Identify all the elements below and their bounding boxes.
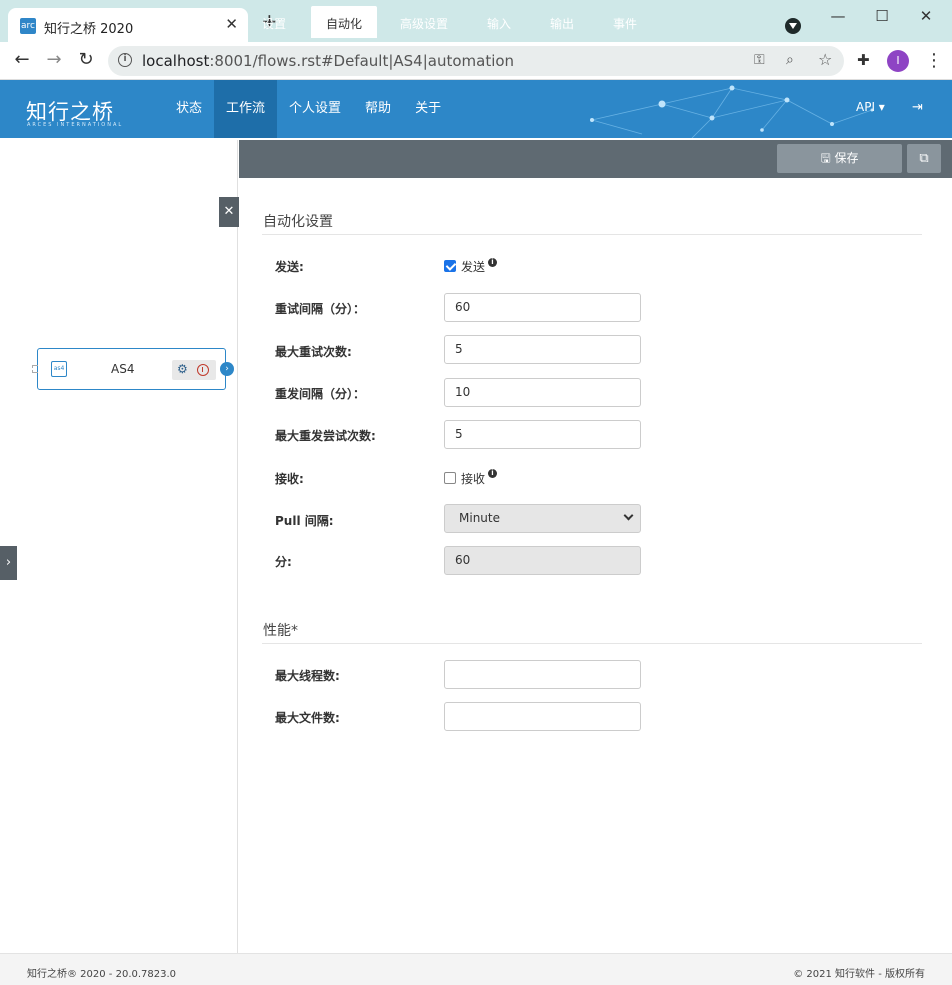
back-icon[interactable]: ←: [10, 50, 34, 70]
minutes-input: 60: [444, 546, 641, 575]
node-label: AS4: [111, 362, 135, 376]
browser-toolbar: ← → ↻ i localhost:8001/flows.rst#Default…: [0, 42, 952, 80]
key-icon[interactable]: ⚿: [754, 52, 765, 68]
pull-interval-value: Minute: [459, 511, 500, 525]
tab-settings[interactable]: 设置: [262, 0, 286, 38]
open-external-button[interactable]: ⧉: [907, 144, 941, 173]
info-icon[interactable]: i: [488, 258, 497, 267]
performance-section-title: 性能*: [263, 623, 298, 639]
url-text: localhost:8001/flows.rst#Default|AS4|aut…: [142, 52, 515, 70]
receive-checkbox[interactable]: [444, 472, 456, 484]
maximize-icon[interactable]: ☐: [862, 7, 902, 25]
max-files-input[interactable]: [444, 702, 641, 731]
tab-search-icon[interactable]: [785, 18, 801, 34]
zoom-icon[interactable]: ⌕: [786, 52, 794, 68]
send-checkbox-label[interactable]: 发送: [461, 258, 485, 275]
minimize-icon[interactable]: —: [818, 7, 858, 25]
network-decoration: [590, 85, 874, 138]
footer-copyright: © 2021 知行软件 - 版权所有: [793, 969, 925, 980]
footer: 知行之桥® 2020 - 20.0.7823.0 © 2021 知行软件 - 版…: [0, 953, 952, 985]
bookmark-star-icon[interactable]: ☆: [818, 50, 832, 69]
close-tab-icon[interactable]: ✕: [225, 15, 238, 33]
info-icon[interactable]: i: [488, 469, 497, 478]
save-icon: 🖫: [820, 151, 835, 165]
max-resend-input[interactable]: 5: [444, 420, 641, 449]
forward-icon[interactable]: →: [42, 50, 66, 70]
send-checkbox[interactable]: [444, 260, 456, 272]
browser-menu-icon[interactable]: ⋮: [925, 50, 943, 71]
browser-tab[interactable]: arc 知行之桥 2020 ✕: [8, 8, 248, 42]
flow-canvas[interactable]: [0, 140, 238, 953]
section-divider: [262, 234, 922, 235]
tab-automation[interactable]: 自动化: [311, 6, 378, 38]
retry-interval-input[interactable]: 60: [444, 293, 641, 322]
gear-icon[interactable]: ⚙: [177, 362, 188, 376]
tab-advanced[interactable]: 高级设置: [400, 0, 448, 38]
reload-icon[interactable]: ↻: [74, 50, 98, 70]
as4-connector-icon: as4: [51, 361, 67, 377]
app-header: 知行之桥 ARCES INTERNATIONAL 状态 工作流 个人设置 帮助 …: [0, 80, 952, 138]
chevron-down-icon: [623, 510, 634, 521]
external-link-icon: ⧉: [919, 151, 929, 166]
nav-flows[interactable]: 工作流: [214, 80, 278, 138]
max-retry-input[interactable]: 5: [444, 335, 641, 364]
receive-label: 接收:: [275, 472, 304, 486]
tab-title: 知行之桥 2020: [44, 22, 134, 37]
close-panel-button[interactable]: ✕: [219, 197, 239, 227]
automation-section-title: 自动化设置: [263, 214, 333, 230]
close-window-icon[interactable]: ✕: [906, 7, 946, 25]
resend-interval-input[interactable]: 10: [444, 378, 641, 407]
address-bar[interactable]: i localhost:8001/flows.rst#Default|AS4|a…: [108, 46, 844, 76]
stop-icon[interactable]: [197, 364, 209, 376]
max-threads-input[interactable]: [444, 660, 641, 689]
expand-sidebar-button[interactable]: ›: [0, 546, 17, 580]
logout-icon[interactable]: ⇥: [912, 100, 923, 115]
max-retry-label: 最大重试次数:: [275, 345, 352, 359]
minutes-label: 分:: [275, 555, 292, 569]
node-input-port[interactable]: [32, 365, 38, 373]
pull-interval-label: Pull 间隔:: [275, 514, 334, 528]
resend-interval-label: 重发间隔（分）：: [275, 387, 366, 401]
send-label: 发送:: [275, 260, 304, 274]
nav-status[interactable]: 状态: [164, 80, 214, 138]
profile-avatar[interactable]: I: [887, 50, 909, 72]
pull-interval-select[interactable]: Minute: [444, 504, 641, 533]
max-files-label: 最大文件数:: [275, 711, 340, 725]
api-menu[interactable]: API ▾: [856, 100, 885, 114]
max-resend-label: 最大重发尝试次数:: [275, 429, 376, 443]
footer-version: 知行之桥® 2020 - 20.0.7823.0: [27, 969, 177, 980]
save-label: 保存: [834, 151, 859, 165]
nav-profile[interactable]: 个人设置: [277, 80, 353, 138]
site-info-icon[interactable]: i: [118, 53, 132, 67]
app-favicon-icon: arc: [20, 18, 36, 34]
nav-about[interactable]: 关于: [403, 80, 453, 138]
section-divider: [262, 643, 922, 644]
node-output-port[interactable]: ›: [220, 362, 234, 376]
node-actions: ⚙: [172, 360, 216, 380]
extensions-icon[interactable]: ✚: [857, 51, 870, 69]
tab-output[interactable]: 输出: [550, 0, 574, 38]
max-threads-label: 最大线程数:: [275, 669, 340, 683]
flow-node-as4[interactable]: as4 AS4 ⚙ ›: [32, 348, 234, 390]
nav-help[interactable]: 帮助: [353, 80, 403, 138]
browser-tab-strip: arc 知行之桥 2020 ✕ + — ☐ ✕: [0, 0, 952, 42]
receive-checkbox-label[interactable]: 接收: [461, 470, 485, 487]
tab-events[interactable]: 事件: [613, 0, 637, 38]
tab-input[interactable]: 输入: [487, 0, 511, 38]
main-nav: 状态 工作流 个人设置 帮助 关于: [164, 80, 453, 138]
save-button[interactable]: 🖫 保存: [777, 144, 902, 173]
app-logo-subtitle: ARCES INTERNATIONAL: [27, 122, 124, 128]
retry-interval-label: 重试间隔（分）：: [275, 302, 366, 316]
